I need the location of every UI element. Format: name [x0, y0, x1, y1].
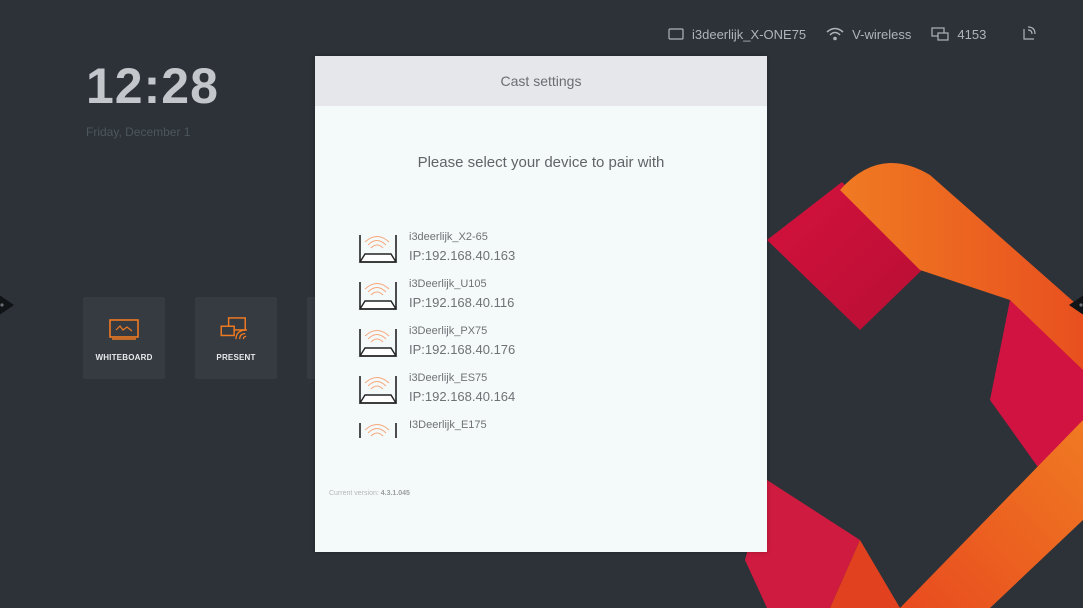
cast-screen-icon — [931, 27, 950, 41]
router-icon — [358, 282, 398, 310]
whiteboard-icon — [109, 319, 139, 340]
router-icon — [359, 423, 397, 438]
version-label: Current version: — [329, 490, 379, 497]
dialog-subtitle: Please select your device to pair with — [417, 154, 665, 171]
device-item-u105[interactable]: i3Deerlijk_U105 IP:192.168.40.116 — [355, 275, 735, 322]
cast-code: 4153 — [957, 26, 987, 42]
dialog-title: Cast settings — [500, 73, 582, 89]
device-name: I3Deerlijk_E175 — [409, 419, 487, 431]
present-label: PRESENT — [216, 353, 256, 362]
dialog-header: Cast settings — [315, 56, 767, 106]
router-icon — [358, 376, 398, 404]
device-name: i3Deerlijk_U105 — [409, 278, 487, 290]
device-list[interactable]: i3deerlijk_X2-65 IP:192.168.40.163 i3Dee… — [355, 228, 735, 438]
device-ip: IP:192.168.40.176 — [409, 342, 516, 357]
device-ip: IP:192.168.40.116 — [409, 295, 515, 310]
right-drawer-handle[interactable] — [1069, 290, 1083, 320]
device-ip: IP:192.168.40.163 — [409, 248, 516, 263]
device-item-px75[interactable]: i3Deerlijk_PX75 IP:192.168.40.176 — [355, 322, 735, 369]
present-cast-icon — [220, 317, 248, 340]
cast-settings-dialog: Cast settings Please select your device … — [315, 56, 767, 552]
display-name: i3deerlijk_X-ONE75 — [692, 26, 807, 42]
device-ip: IP:192.168.40.164 — [409, 389, 516, 404]
present-tile[interactable]: PRESENT — [195, 297, 277, 379]
device-name: i3Deerlijk_ES75 — [409, 372, 488, 384]
broadcast-icon[interactable] — [1020, 26, 1038, 42]
status-bar: i3deerlijk_X-ONE75 V-wireless 4153 — [668, 26, 1046, 42]
router-icon — [358, 235, 398, 263]
clock-time: 12:28 — [86, 58, 219, 114]
device-item-e175[interactable]: I3Deerlijk_E175 — [355, 416, 735, 438]
whiteboard-tile[interactable]: WHITEBOARD — [83, 297, 165, 379]
cast-code-item: 4153 — [931, 27, 986, 42]
left-drawer-handle[interactable] — [0, 290, 14, 320]
device-item-x2-65[interactable]: i3deerlijk_X2-65 IP:192.168.40.163 — [355, 228, 735, 275]
device-item-es75[interactable]: i3Deerlijk_ES75 IP:192.168.40.164 — [355, 369, 735, 416]
broadcast-item[interactable] — [1020, 26, 1046, 42]
wifi-item: V-wireless — [826, 27, 911, 42]
version-number: 4.3.1.045 — [380, 490, 410, 497]
wifi-name: V-wireless — [852, 26, 912, 42]
display-name-item: i3deerlijk_X-ONE75 — [668, 27, 806, 42]
wifi-icon — [826, 27, 844, 41]
whiteboard-label: WHITEBOARD — [95, 353, 153, 362]
clock-date: Friday, December 1 — [86, 125, 191, 139]
version-info: Current version: 4.3.1.045 — [329, 490, 410, 497]
router-icon — [358, 329, 398, 357]
device-name: i3deerlijk_X2-65 — [409, 231, 488, 243]
device-name: i3Deerlijk_PX75 — [409, 325, 488, 337]
display-icon — [668, 28, 684, 40]
